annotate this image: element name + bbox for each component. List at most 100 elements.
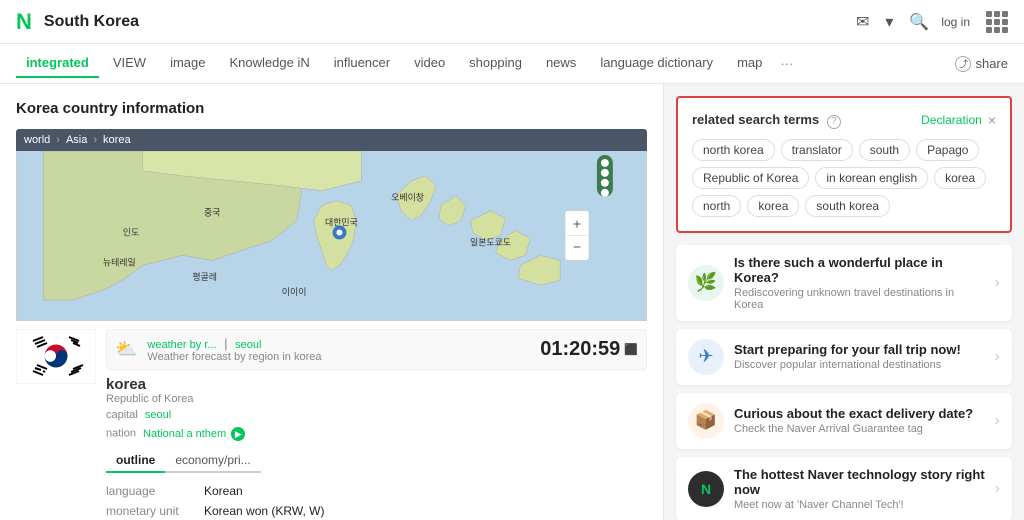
share-button[interactable]: ⤴ share	[955, 56, 1008, 72]
promo-sub-1: Discover popular international destinati…	[734, 359, 985, 371]
nation-value[interactable]: National a nthem	[143, 428, 226, 440]
svg-text:인도: 인도	[123, 228, 139, 238]
monetary-value: Korean won (KRW, W)	[204, 504, 324, 518]
promo-title-3: The hottest Naver technology story right…	[734, 467, 985, 497]
tab-influencer[interactable]: influencer	[324, 49, 400, 78]
tab-outline[interactable]: outline	[106, 449, 165, 473]
promo-text-1: Start preparing for your fall trip now! …	[734, 342, 985, 371]
promo-icon-3: N	[688, 471, 724, 507]
tag-republic-of-korea[interactable]: Republic of Korea	[692, 167, 809, 189]
promo-title-0: Is there such a wonderful place in Korea…	[734, 255, 985, 285]
map-body[interactable]: 중국 대한민국 일본도쿄도 뉴테레일 평골레 이이이 인도 오베이창 + −	[16, 151, 647, 321]
promo-card-2[interactable]: 📦 Curious about the exact delivery date?…	[676, 393, 1012, 449]
tag-north-korea[interactable]: north korea	[692, 139, 775, 161]
tags-container: north korea translator south Papago Repu…	[692, 139, 996, 217]
promo-title-2: Curious about the exact delivery date?	[734, 406, 985, 421]
related-title: related search terms	[692, 112, 819, 127]
info-section: ⛅ weather by r... | seoul Weather foreca…	[16, 329, 647, 520]
tag-south-korea[interactable]: south korea	[805, 195, 890, 217]
capital-value[interactable]: seoul	[145, 409, 171, 421]
tab-image[interactable]: image	[160, 49, 215, 78]
map-header: world › Asia › korea	[16, 129, 647, 151]
korea-info: ⛅ weather by r... | seoul Weather foreca…	[106, 329, 647, 520]
tab-knowledge[interactable]: Knowledge iN	[220, 49, 320, 78]
tag-in-korean-english[interactable]: in korean english	[815, 167, 928, 189]
login-button[interactable]: log in	[941, 15, 970, 29]
weather-description: Weather forecast by region in korea	[147, 351, 321, 363]
naver-logo: N	[16, 9, 32, 35]
weather-icon: ⛅	[115, 339, 137, 360]
info-icon[interactable]: ?	[827, 115, 841, 129]
tab-shopping[interactable]: shopping	[459, 49, 532, 78]
mail-icon[interactable]: ✉	[852, 8, 873, 36]
tag-north[interactable]: north	[692, 195, 741, 217]
tab-integrated[interactable]: integrated	[16, 49, 99, 78]
tag-translator[interactable]: translator	[781, 139, 853, 161]
close-button[interactable]: ×	[988, 112, 996, 128]
weather-time: 01:20:59	[540, 338, 620, 361]
left-panel: Korea country information world › Asia ›…	[0, 84, 664, 520]
tab-map[interactable]: map	[727, 49, 772, 78]
promo-arrow-0: ›	[995, 274, 1000, 292]
declaration-link[interactable]: Declaration	[921, 113, 982, 127]
svg-text:뉴테레일: 뉴테레일	[103, 257, 136, 267]
language-value: Korean	[204, 484, 243, 498]
related-header: related search terms ? Declaration ×	[692, 112, 996, 129]
tag-korea2[interactable]: korea	[747, 195, 799, 217]
related-actions: Declaration ×	[921, 112, 996, 128]
promo-sub-3: Meet now at 'Naver Channel Tech'!	[734, 499, 985, 511]
dropdown-icon[interactable]: ▾	[881, 8, 897, 36]
promo-card-3[interactable]: N The hottest Naver technology story rig…	[676, 457, 1012, 520]
svg-text:+: +	[573, 216, 581, 232]
promo-text-3: The hottest Naver technology story right…	[734, 467, 985, 511]
weather-widget: ⛅ weather by r... | seoul Weather foreca…	[106, 329, 647, 370]
promo-card-1[interactable]: ✈ Start preparing for your fall trip now…	[676, 329, 1012, 385]
svg-text:오베이창: 오베이창	[391, 193, 424, 203]
table-row: language Korean	[106, 481, 647, 501]
apps-grid-icon[interactable]	[986, 11, 1008, 33]
timer-icon: ⬛	[624, 343, 638, 356]
promo-title-1: Start preparing for your fall trip now!	[734, 342, 985, 357]
header: N South Korea ✉ ▾ 🔍 log in	[0, 0, 1024, 44]
promo-arrow-3: ›	[995, 480, 1000, 498]
play-icon[interactable]: ▶	[231, 427, 245, 441]
svg-text:중국: 중국	[204, 208, 220, 218]
related-search-terms-box: related search terms ? Declaration × nor…	[676, 96, 1012, 233]
tag-korea[interactable]: korea	[934, 167, 986, 189]
capital-label: capital	[106, 409, 138, 421]
tab-economy[interactable]: economy/pri...	[165, 449, 260, 473]
weather-link[interactable]: weather by r...	[147, 339, 216, 351]
promo-icon-0: 🌿	[688, 265, 724, 301]
promo-card-0[interactable]: 🌿 Is there such a wonderful place in Kor…	[676, 245, 1012, 321]
promo-icon-2: 📦	[688, 403, 724, 439]
tab-video[interactable]: video	[404, 49, 455, 78]
tab-news[interactable]: news	[536, 49, 586, 78]
main-content: Korea country information world › Asia ›…	[0, 84, 1024, 520]
promo-icon-1: ✈	[688, 339, 724, 375]
tab-view[interactable]: VIEW	[103, 49, 156, 78]
korea-sub: Republic of Korea	[106, 393, 647, 405]
world-label: world	[24, 134, 50, 146]
page-title: South Korea	[44, 13, 139, 31]
nav-tabs: integrated VIEW image Knowledge iN influ…	[0, 44, 1024, 84]
tag-papago[interactable]: Papago	[916, 139, 979, 161]
promo-text-0: Is there such a wonderful place in Korea…	[734, 255, 985, 311]
search-icon[interactable]: 🔍	[905, 8, 933, 36]
korea-map-label: korea	[103, 134, 131, 146]
weather-city[interactable]: seoul	[235, 339, 261, 351]
promo-arrow-1: ›	[995, 348, 1000, 366]
svg-text:이이이: 이이이	[282, 287, 307, 297]
weather-time-area: 01:20:59 ⬛	[540, 338, 638, 361]
monetary-label: monetary unit	[106, 504, 196, 518]
korea-nation-line: nation National a nthem ▶	[106, 427, 647, 441]
more-tabs-button[interactable]: ···	[776, 50, 797, 77]
share-label: share	[975, 56, 1008, 71]
right-panel: related search terms ? Declaration × nor…	[664, 84, 1024, 520]
tag-south[interactable]: south	[859, 139, 910, 161]
weather-details: weather by r... | seoul Weather forecast…	[147, 336, 321, 363]
svg-text:−: −	[573, 238, 581, 254]
asia-label: Asia	[66, 134, 87, 146]
tab-language-dictionary[interactable]: language dictionary	[590, 49, 723, 78]
svg-text:평골레: 평골레	[192, 272, 217, 282]
table-row: monetary unit Korean won (KRW, W)	[106, 501, 647, 520]
